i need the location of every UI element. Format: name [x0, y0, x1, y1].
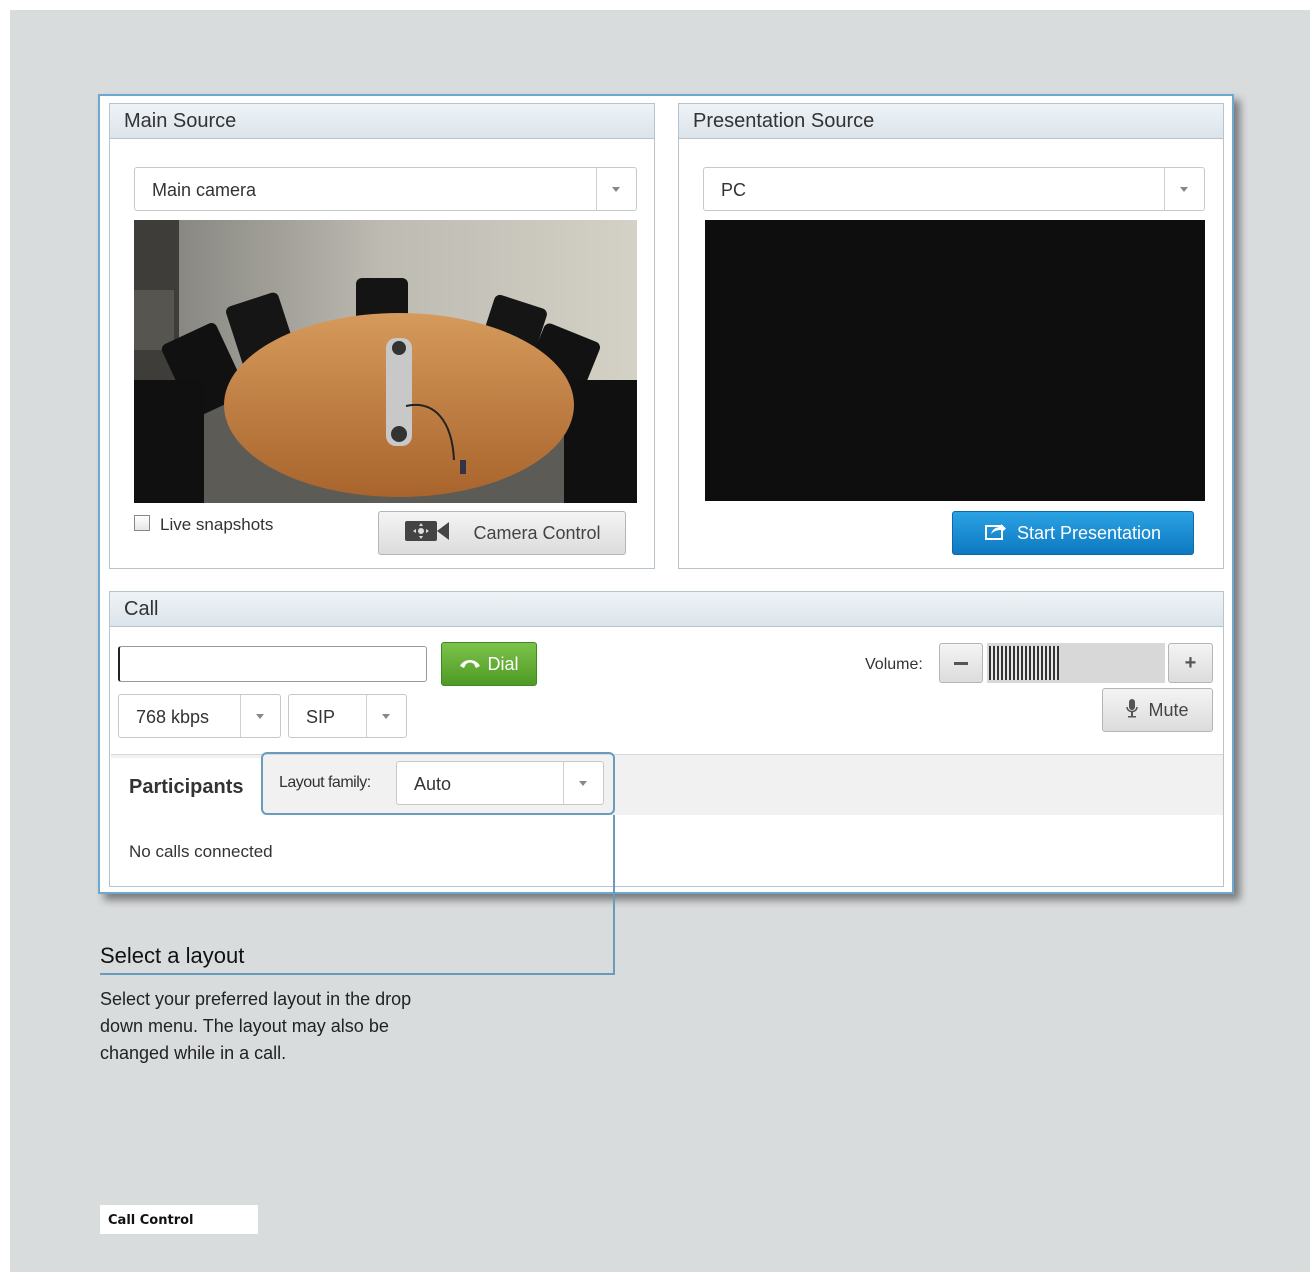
dial-input[interactable] [118, 646, 427, 682]
dial-label: Dial [487, 653, 519, 674]
chevron-down-icon[interactable] [240, 695, 280, 737]
chevron-down-icon[interactable] [1164, 168, 1204, 210]
live-snapshots-checkbox[interactable] [134, 515, 150, 531]
call-title: Call [110, 592, 1223, 627]
annotation-title: Select a layout [100, 943, 245, 968]
share-icon [984, 521, 1007, 546]
presentation-source-title: Presentation Source [679, 104, 1223, 139]
callout-connector-vertical [613, 815, 615, 975]
camera-icon [403, 519, 451, 548]
start-presentation-label: Start Presentation [1016, 522, 1162, 543]
microphone-icon [1126, 698, 1139, 723]
footer-label: Call Control [100, 1205, 258, 1234]
no-calls-text: No calls connected [129, 842, 273, 861]
volume-up-button[interactable]: + [1168, 643, 1213, 683]
protocol-select-value: SIP [306, 707, 336, 727]
mute-label: Mute [1148, 699, 1189, 720]
presentation-preview [705, 220, 1205, 501]
chevron-down-icon[interactable] [596, 168, 636, 210]
bandwidth-select-value: 768 kbps [136, 707, 210, 727]
mute-button[interactable]: Mute [1102, 688, 1213, 732]
protocol-select[interactable]: SIP [288, 694, 407, 738]
volume-level-bars [989, 646, 1059, 680]
conference-room-image [134, 220, 637, 503]
minus-icon [954, 661, 968, 665]
main-source-select-value: Main camera [152, 180, 257, 200]
bandwidth-select[interactable]: 768 kbps [118, 694, 281, 738]
camera-control-label: Camera Control [473, 522, 601, 543]
phone-icon [459, 654, 481, 675]
dial-button[interactable]: Dial [441, 642, 537, 686]
start-presentation-button[interactable]: Start Presentation [952, 511, 1194, 555]
live-snapshots-label: Live snapshots [160, 515, 274, 534]
presentation-source-panel: Presentation Source PC Start Presentatio… [678, 103, 1224, 569]
camera-control-button[interactable]: Camera Control [378, 511, 626, 555]
callout-connector-horizontal [100, 973, 615, 975]
main-source-panel: Main Source Main camera Live snapshots C… [109, 103, 655, 569]
main-source-select[interactable]: Main camera [134, 167, 637, 211]
participants-tab-label: Participants [129, 776, 244, 798]
presentation-source-select[interactable]: PC [703, 167, 1205, 211]
call-panel: Call Dial 768 kbps SIP Volume: + Mute Pa… [109, 591, 1224, 887]
chevron-down-icon[interactable] [366, 695, 406, 737]
volume-down-button[interactable] [939, 643, 983, 683]
participants-tab[interactable]: Participants [111, 758, 263, 816]
plus-icon: + [1184, 651, 1197, 674]
annotation-body: Select your preferred layout in the drop… [100, 989, 412, 1063]
volume-label: Volume: [865, 656, 923, 673]
layout-family-callout [261, 752, 615, 815]
main-source-title: Main Source [110, 104, 654, 139]
camera-preview [134, 220, 637, 503]
volume-slider[interactable] [987, 643, 1165, 683]
presentation-source-select-value: PC [721, 180, 747, 200]
